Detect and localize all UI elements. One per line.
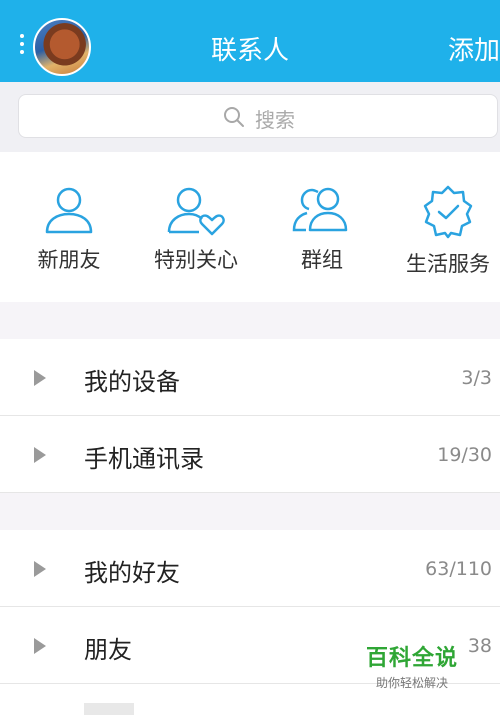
search-input[interactable]: 搜索 [18,94,498,138]
section-divider [0,493,500,530]
group-count: 38 [467,635,492,657]
person-heart-icon [167,187,225,236]
group-count: 19/30 [437,444,492,466]
expand-arrow-icon [34,370,46,386]
expand-arrow-icon [34,561,46,577]
quick-actions: 新朋友 特别关心 群组 生活服务 [0,152,500,302]
search-icon [224,107,244,127]
expand-arrow-icon [34,638,46,654]
quick-life-services[interactable]: 生活服务 [388,184,500,278]
person-icon [45,187,93,234]
page-title: 联系人 [210,36,289,66]
watermark-logo: 百科全说 助你轻松解决 [364,640,460,691]
quick-label: 特别关心 [154,248,238,272]
group-icon [292,187,348,232]
quick-label: 新朋友 [37,248,101,272]
group-row-devices[interactable]: 我的设备 3/3 [0,339,500,416]
search-area: 搜索 [0,82,500,152]
partial-row-content [84,703,134,715]
watermark-subtitle: 助你轻松解决 [375,676,448,690]
group-name: 我的设备 [84,368,180,396]
group-name: 手机通讯录 [84,445,204,473]
nav-bar: 联系人 添加 [0,10,500,82]
group-count: 3/3 [461,367,492,389]
group-name: 朋友 [84,636,132,664]
add-button[interactable]: 添加 [448,30,500,67]
group-name: 我的好友 [84,559,180,587]
group-count: 63/110 [425,558,492,580]
badge-check-icon [423,185,473,239]
group-row-phone-contacts[interactable]: 手机通讯录 19/30 [0,416,500,493]
quick-label: 生活服务 [406,252,490,276]
search-placeholder: 搜索 [255,108,295,132]
quick-special-care[interactable]: 特别关心 [136,184,256,274]
expand-arrow-icon [34,447,46,463]
section-divider [0,302,500,339]
group-row-my-friends[interactable]: 我的好友 63/110 [0,530,500,607]
status-bar [0,0,500,10]
watermark-title: 百科全说 [365,646,458,671]
quick-groups[interactable]: 群组 [262,184,382,274]
quick-label: 群组 [301,248,343,272]
quick-new-friends[interactable]: 新朋友 [9,184,129,274]
